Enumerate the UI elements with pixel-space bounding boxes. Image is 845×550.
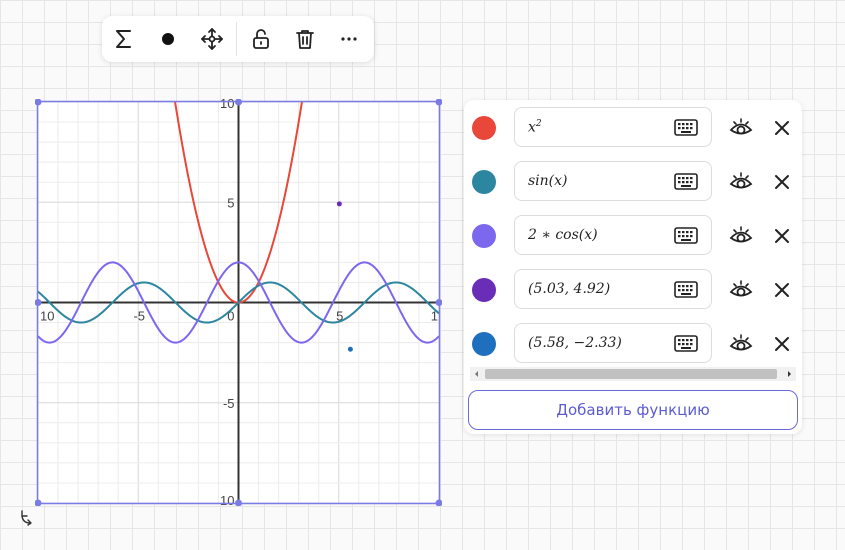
function-row: sin(x) [464, 161, 802, 203]
keyboard-icon[interactable] [673, 224, 699, 246]
function-color-swatch[interactable] [472, 116, 496, 140]
dot-icon [162, 33, 174, 45]
function-color-swatch[interactable] [472, 170, 496, 194]
rotate-handle-icon[interactable] [19, 508, 37, 526]
visibility-eye-icon[interactable] [729, 278, 753, 302]
function-row: x2 [464, 107, 802, 149]
x-tick-label: 10 [40, 309, 54, 324]
keyboard-icon[interactable] [673, 116, 699, 138]
y-tick-label: -5 [223, 396, 235, 411]
point-button[interactable] [146, 16, 190, 62]
y-tick-label: 5 [227, 195, 234, 210]
plotted-point[interactable] [336, 201, 342, 207]
x-tick-label: -5 [133, 309, 145, 324]
visibility-eye-icon[interactable] [729, 116, 753, 140]
close-icon[interactable] [771, 171, 793, 193]
trash-icon [296, 30, 314, 49]
close-icon[interactable] [771, 117, 793, 139]
function-expression: (5.58, −2.33) [528, 335, 622, 351]
horizontal-scrollbar[interactable] [470, 367, 796, 381]
scroll-right-icon[interactable] [782, 367, 796, 381]
add-function-button[interactable]: Добавить функцию [468, 390, 798, 430]
function-input[interactable]: sin(x) [514, 161, 712, 201]
lock-button[interactable] [239, 16, 283, 62]
keyboard-icon[interactable] [673, 332, 699, 354]
function-color-swatch[interactable] [472, 278, 496, 302]
close-icon[interactable] [771, 225, 793, 247]
ellipsis-icon [341, 37, 357, 41]
close-icon[interactable] [771, 279, 793, 301]
more-button[interactable] [327, 16, 371, 62]
function-input[interactable]: (5.58, −2.33) [514, 323, 712, 363]
graph-canvas[interactable]: 10 -5 0 5 1 10 5 -5 10 [35, 99, 442, 506]
plotted-point[interactable] [347, 346, 353, 352]
function-color-swatch[interactable] [472, 332, 496, 356]
function-row: (5.58, −2.33) [464, 323, 802, 365]
unlock-icon [253, 29, 269, 49]
visibility-eye-icon[interactable] [729, 332, 753, 356]
function-expression: x2 [528, 119, 542, 136]
move-arrows-icon [201, 28, 223, 50]
toolbar-divider [236, 22, 237, 56]
function-input[interactable]: 2 ∗ cos(x) [514, 215, 712, 255]
scroll-left-icon[interactable] [470, 367, 484, 381]
function-expression: 2 ∗ cos(x) [528, 227, 598, 243]
function-input[interactable]: (5.03, 4.92) [514, 269, 712, 309]
delete-button[interactable] [283, 16, 327, 62]
sigma-icon [116, 30, 131, 48]
graph-toolbar [102, 16, 374, 62]
keyboard-icon[interactable] [673, 170, 699, 192]
visibility-eye-icon[interactable] [729, 170, 753, 194]
keyboard-icon[interactable] [673, 278, 699, 300]
function-color-swatch[interactable] [472, 224, 496, 248]
sigma-button[interactable] [102, 16, 146, 62]
function-expression: (5.03, 4.92) [528, 281, 611, 297]
functions-panel: x2 sin(x) 2 ∗ cos(x) (5.03, 4.92) (5.58,… [464, 100, 802, 434]
function-row: 2 ∗ cos(x) [464, 215, 802, 257]
function-expression: sin(x) [528, 173, 568, 189]
scrollbar-thumb[interactable] [485, 369, 777, 379]
visibility-eye-icon[interactable] [729, 224, 753, 248]
move-button[interactable] [190, 16, 234, 62]
function-row: (5.03, 4.92) [464, 269, 802, 311]
close-icon[interactable] [771, 333, 793, 355]
function-input[interactable]: x2 [514, 107, 712, 147]
graph-widget[interactable]: 10 -5 0 5 1 10 5 -5 10 [35, 99, 442, 506]
